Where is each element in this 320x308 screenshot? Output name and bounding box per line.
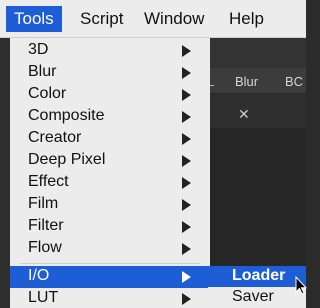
menu-item-deep-pixel[interactable]: Deep Pixel xyxy=(10,150,210,172)
submenu-arrow-icon xyxy=(182,293,191,305)
submenu-arrow-icon xyxy=(182,221,191,233)
menu-item-film[interactable]: Film xyxy=(10,194,210,216)
menu-item-label: Color xyxy=(28,85,67,102)
menu-item-label: LUT xyxy=(28,289,59,306)
submenu-item-saver[interactable]: Saver xyxy=(208,287,306,308)
menu-item-effect[interactable]: Effect xyxy=(10,172,210,194)
menu-item-label: Flow xyxy=(28,239,62,256)
menu-window[interactable]: Window xyxy=(144,9,204,29)
menu-item-3d[interactable]: 3D xyxy=(10,40,210,62)
background-tab-blur[interactable]: Blur xyxy=(235,74,258,89)
menu-item-filter[interactable]: Filter xyxy=(10,216,210,238)
submenu-arrow-icon xyxy=(182,133,191,145)
menu-item-io[interactable]: I/O xyxy=(10,266,210,288)
submenu-arrow-icon xyxy=(182,155,191,167)
menu-item-label: Creator xyxy=(28,129,82,146)
menu-script[interactable]: Script xyxy=(80,9,123,29)
menu-item-label: Composite xyxy=(28,107,105,124)
menu-item-label: Effect xyxy=(28,173,69,190)
menu-separator xyxy=(20,263,200,264)
menu-item-lut[interactable]: LUT xyxy=(10,288,210,308)
submenu-arrow-icon xyxy=(182,111,191,123)
submenu-arrow-icon xyxy=(182,177,191,189)
tools-dropdown-menu: 3D Blur Color Composite Creator Deep Pix… xyxy=(10,38,210,308)
menu-item-color[interactable]: Color xyxy=(10,84,210,106)
submenu-arrow-icon xyxy=(182,45,191,57)
mouse-cursor-icon xyxy=(295,276,307,295)
menu-bar: Tools Script Window Help xyxy=(0,0,306,38)
submenu-arrow-icon xyxy=(182,199,191,211)
submenu-item-label: Saver xyxy=(232,288,274,305)
menu-item-creator[interactable]: Creator xyxy=(10,128,210,150)
menu-tools[interactable]: Tools xyxy=(6,6,62,32)
menu-item-label: Film xyxy=(28,195,59,212)
menu-item-flow[interactable]: Flow xyxy=(10,238,210,260)
background-tab-bar: L Blur BC xyxy=(205,68,306,94)
menu-help[interactable]: Help xyxy=(229,9,264,29)
menu-item-blur[interactable]: Blur xyxy=(10,62,210,84)
background-panel xyxy=(205,38,306,68)
menu-item-composite[interactable]: Composite xyxy=(10,106,210,128)
io-submenu: Loader Saver xyxy=(208,266,306,308)
submenu-item-loader[interactable]: Loader xyxy=(208,266,306,287)
close-icon[interactable]: ✕ xyxy=(238,106,250,123)
menu-item-label: Filter xyxy=(28,217,64,234)
submenu-arrow-icon xyxy=(182,89,191,101)
submenu-arrow-icon xyxy=(182,271,191,283)
submenu-arrow-icon xyxy=(182,67,191,79)
submenu-item-label: Loader xyxy=(232,267,286,284)
menu-item-label: I/O xyxy=(28,267,50,284)
menu-item-label: Deep Pixel xyxy=(28,151,106,168)
background-tab-bc[interactable]: BC xyxy=(285,74,303,89)
menu-item-label: Blur xyxy=(28,63,57,80)
submenu-arrow-icon xyxy=(182,243,191,255)
menu-item-label: 3D xyxy=(28,41,49,58)
